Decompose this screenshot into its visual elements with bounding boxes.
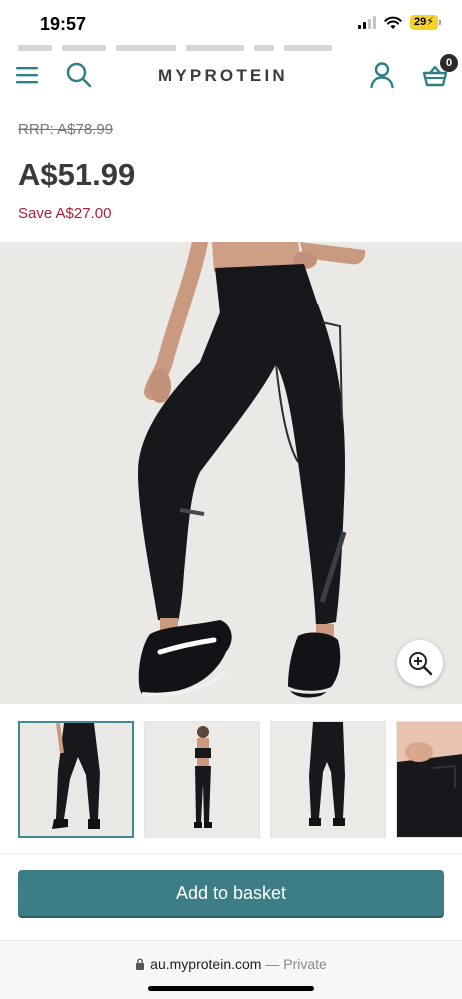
- account-icon: [370, 62, 394, 89]
- thumbnail-image: [397, 722, 462, 837]
- browser-url-bar[interactable]: au.myprotein.com — Private: [0, 940, 462, 999]
- thumbnail-1[interactable]: [18, 721, 134, 838]
- zoom-in-icon: [409, 652, 433, 676]
- thumbnail-image: [20, 723, 132, 836]
- status-time: 19:57: [40, 14, 87, 34]
- lock-icon: [136, 958, 145, 970]
- thumbnail-image: [271, 722, 385, 837]
- add-to-basket-button[interactable]: Add to basket: [18, 870, 444, 916]
- main-product-image[interactable]: [0, 242, 462, 704]
- saving-amount: Save A$27.00: [18, 205, 112, 222]
- myprotein-logo[interactable]: MYPROTEIN: [158, 66, 288, 86]
- current-price: A$51.99: [18, 157, 136, 192]
- charging-bolt-icon: ⚡: [426, 16, 434, 28]
- search-icon: [66, 62, 92, 88]
- thumbnail-4[interactable]: [396, 721, 462, 838]
- menu-icon: [16, 67, 38, 84]
- zoom-button[interactable]: [397, 640, 443, 686]
- battery-indicator: 29⚡: [410, 15, 441, 30]
- leggings-photo: [0, 242, 462, 704]
- home-indicator[interactable]: [148, 986, 314, 991]
- account-button[interactable]: [367, 60, 397, 90]
- private-label: — Private: [265, 956, 327, 972]
- battery-level: 29: [414, 16, 427, 28]
- wifi-icon: [384, 16, 402, 29]
- scrolled-title-fragment: [18, 38, 408, 52]
- thumbnail-2[interactable]: [144, 721, 260, 838]
- divider: [0, 853, 462, 854]
- rrp-price: RRP: A$78.99: [18, 121, 114, 138]
- url-domain: au.myprotein.com: [150, 956, 262, 972]
- search-button[interactable]: [64, 60, 94, 90]
- thumbnail-strip[interactable]: [18, 721, 462, 839]
- url-display[interactable]: au.myprotein.com — Private: [0, 956, 462, 972]
- thumbnail-image: [145, 722, 259, 837]
- status-indicators: 29⚡: [358, 15, 441, 30]
- thumbnail-3[interactable]: [270, 721, 386, 838]
- cellular-signal-icon: [358, 16, 376, 29]
- basket-count-badge: 0: [440, 54, 458, 72]
- menu-button[interactable]: [14, 62, 40, 88]
- site-header: MYPROTEIN 0: [0, 44, 462, 110]
